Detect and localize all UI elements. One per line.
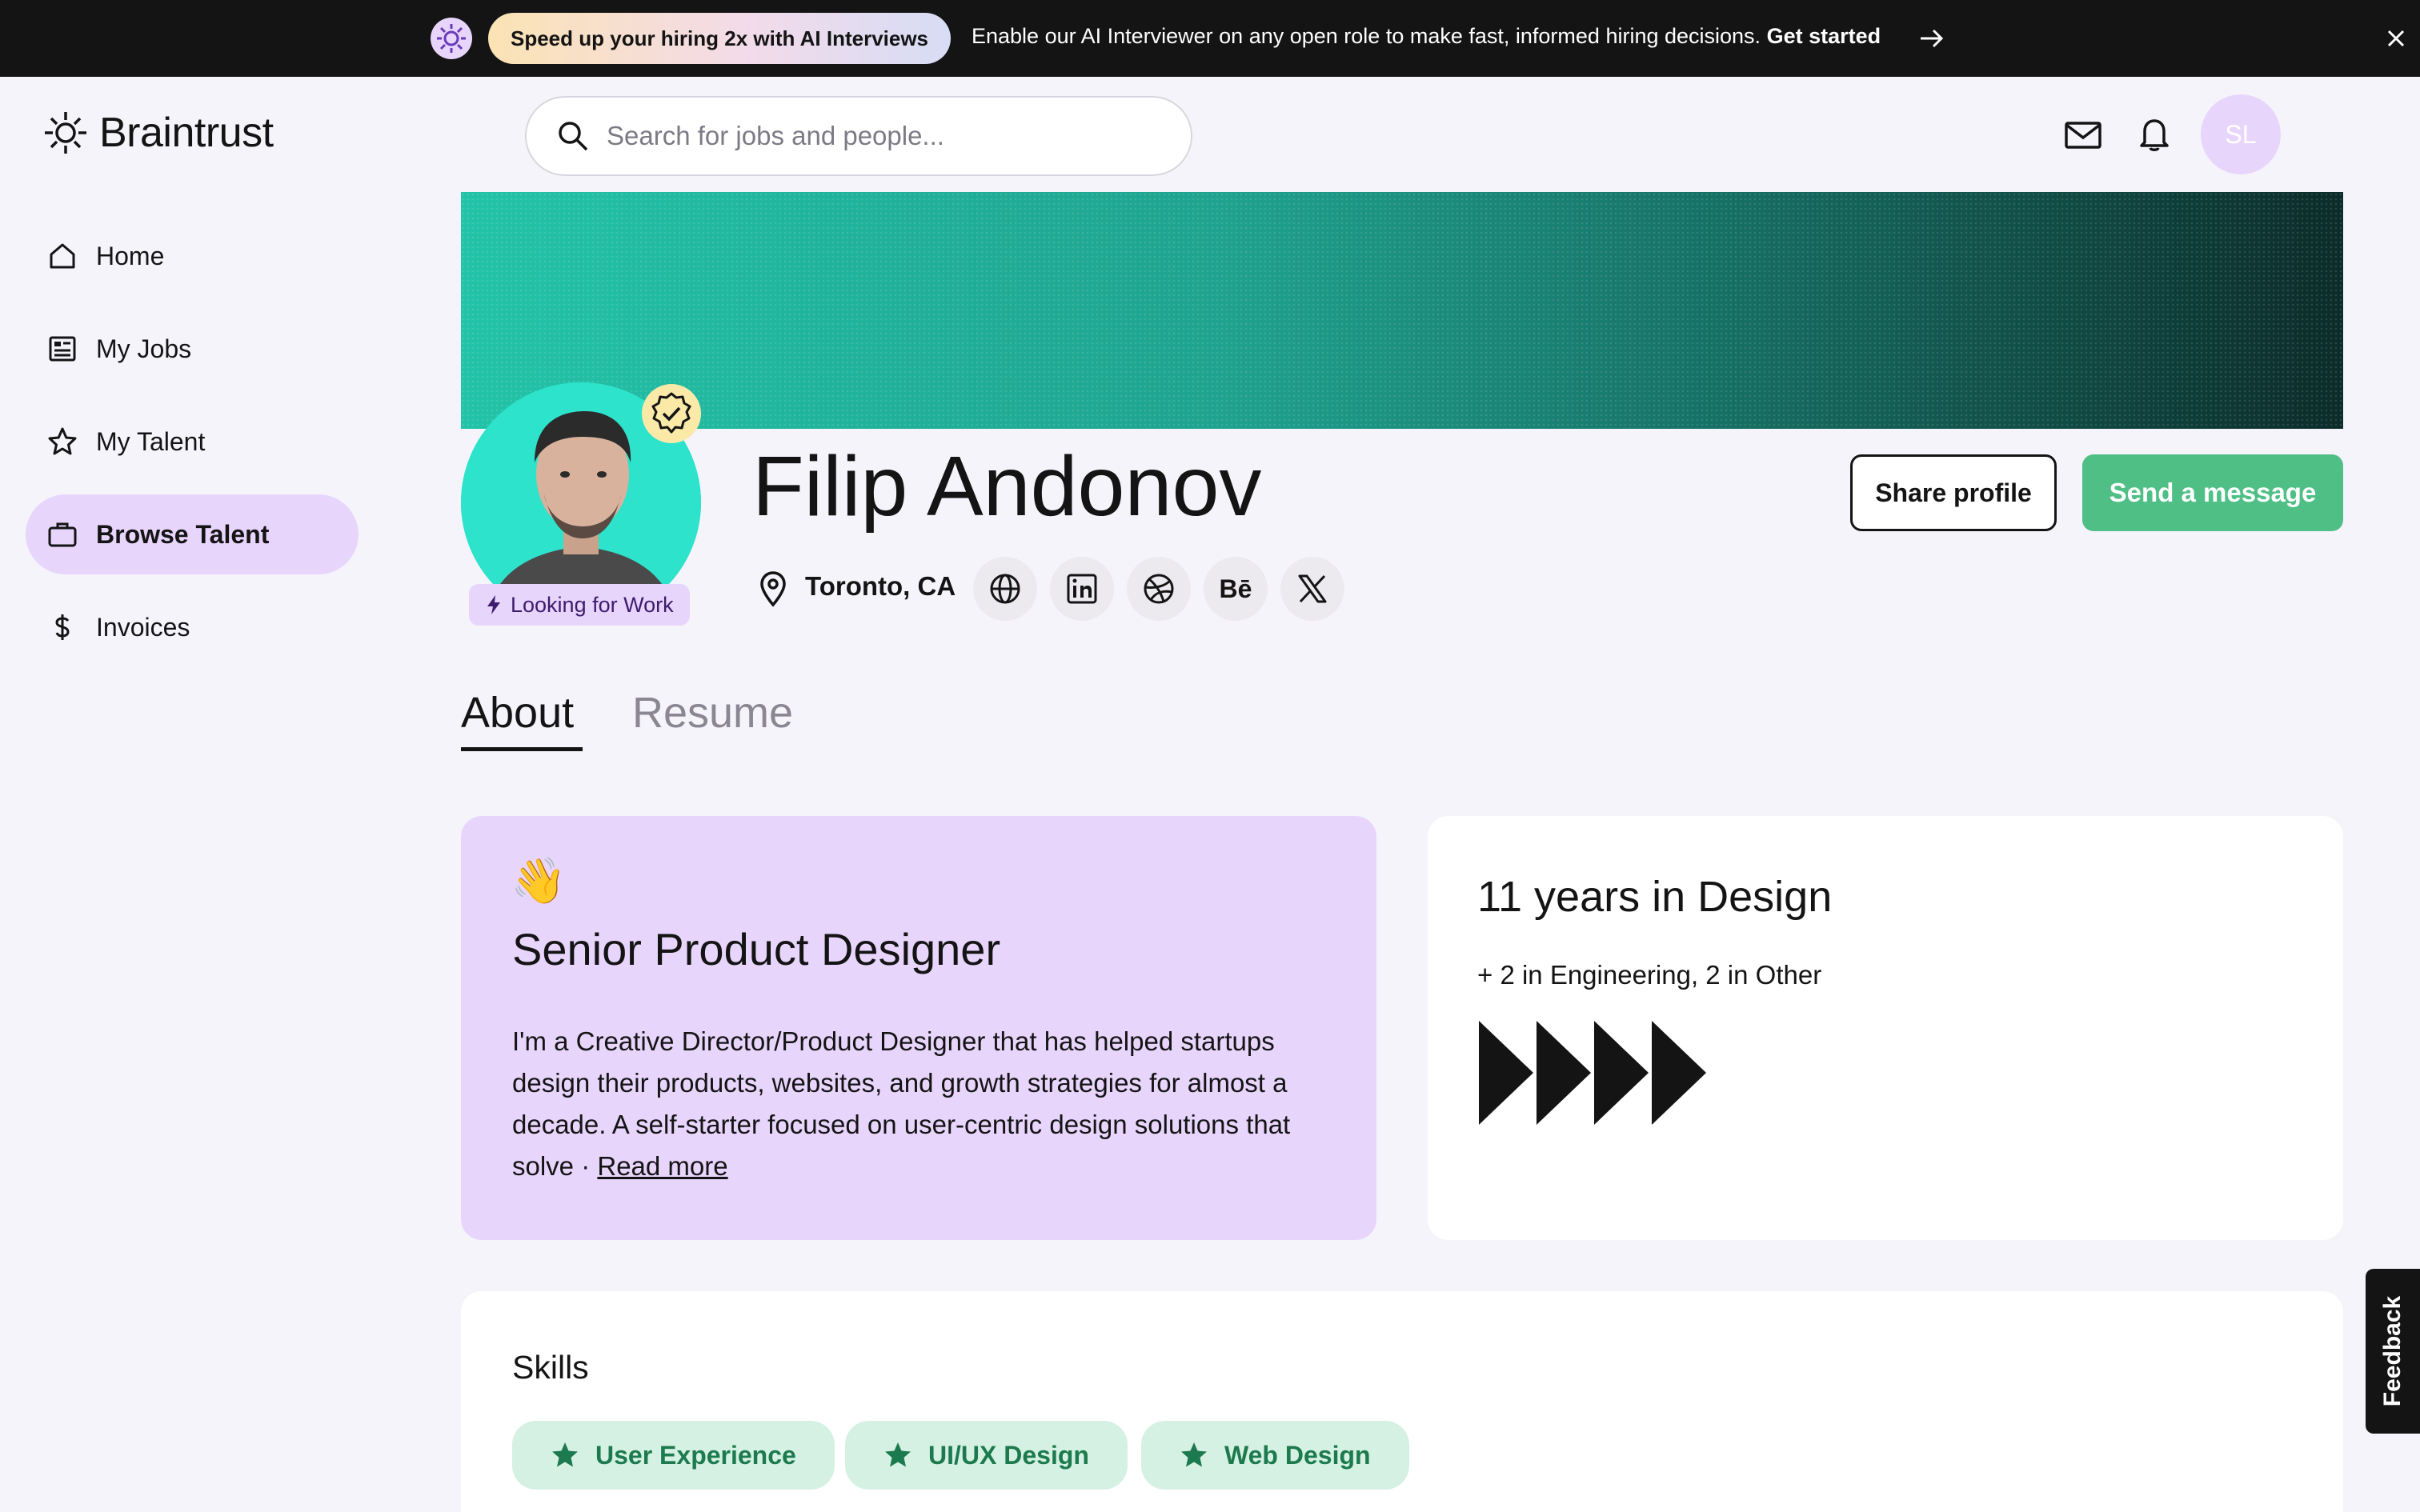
skill-label: Web Design <box>1224 1440 1371 1470</box>
search-input[interactable] <box>607 121 1087 151</box>
profile-name: Filip Andonov <box>752 439 1262 534</box>
profile-cover-image <box>461 192 2343 429</box>
lightning-icon <box>487 595 500 614</box>
user-avatar[interactable]: SL <box>2201 94 2281 174</box>
briefcase-icon <box>48 522 77 547</box>
banner-message-text: Enable our AI Interviewer on any open ro… <box>972 24 1761 48</box>
skills-title: Skills <box>512 1349 589 1386</box>
star-filled-icon <box>885 1442 911 1467</box>
availability-badge: Looking for Work <box>469 584 690 626</box>
promo-banner: Speed up your hiring 2x with AI Intervie… <box>0 0 2420 77</box>
verified-badge-icon <box>642 384 701 443</box>
search-icon <box>559 122 588 151</box>
website-link[interactable] <box>973 557 1037 621</box>
banner-get-started-link[interactable]: Get started <box>1767 24 1881 48</box>
linkedin-icon <box>1067 574 1097 604</box>
sidebar-item-label: My Talent <box>96 426 206 456</box>
sidebar-item-label: My Jobs <box>96 334 192 363</box>
brand-name: Braintrust <box>99 110 274 156</box>
send-message-button[interactable]: Send a message <box>2082 454 2343 531</box>
bell-icon[interactable] <box>2135 114 2174 154</box>
x-link[interactable] <box>1280 557 1344 621</box>
experience-level-arrows-icon <box>1479 1021 1706 1125</box>
dribbble-icon <box>1144 574 1174 604</box>
sidebar-item-invoices[interactable]: Invoices <box>26 587 359 667</box>
jobs-icon <box>49 336 76 362</box>
skill-chip[interactable]: Web Design <box>1141 1421 1409 1490</box>
search-bar[interactable] <box>525 96 1192 176</box>
home-icon <box>50 243 75 269</box>
read-more-link[interactable]: Read more <box>597 1151 727 1181</box>
banner-message: Enable our AI Interviewer on any open ro… <box>972 24 1881 49</box>
behance-link[interactable]: Bē <box>1204 557 1268 621</box>
waving-hand-emoji: 👋 <box>511 855 567 906</box>
close-icon[interactable] <box>2382 24 2410 53</box>
ai-interview-icon <box>431 18 472 59</box>
sidebar-item-label: Browse Talent <box>96 519 270 549</box>
sidebar-item-my-talent[interactable]: My Talent <box>26 402 359 482</box>
experience-subtitle: + 2 in Engineering, 2 in Other <box>1477 960 1822 990</box>
sidebar-nav: Home My Jobs My Talent Browse Talent Inv… <box>26 216 359 680</box>
profile-location: Toronto, CA <box>805 571 956 601</box>
star-icon <box>48 427 77 455</box>
sidebar-item-browse-talent[interactable]: Browse Talent <box>26 494 359 574</box>
location-pin-icon <box>760 571 786 607</box>
availability-text: Looking for Work <box>511 592 674 617</box>
feedback-tab[interactable]: Feedback <box>2366 1269 2420 1434</box>
sidebar-item-home[interactable]: Home <box>26 216 359 296</box>
experience-title: 11 years in Design <box>1477 873 1833 921</box>
mail-icon[interactable] <box>2063 115 2103 155</box>
globe-icon <box>990 574 1020 604</box>
tab-active-indicator <box>461 747 583 751</box>
skill-chip[interactable]: UI/UX Design <box>845 1421 1128 1490</box>
star-filled-icon <box>552 1442 578 1467</box>
share-profile-button[interactable]: Share profile <box>1850 454 2057 531</box>
skills-card: Skills User Experience UI/UX Design Web … <box>461 1291 2343 1512</box>
skill-chip[interactable]: User Experience <box>512 1421 835 1490</box>
behance-icon: Bē <box>1219 574 1252 603</box>
x-icon <box>1298 574 1327 603</box>
sidebar-item-label: Home <box>96 241 165 270</box>
dribbble-link[interactable] <box>1127 557 1191 621</box>
arrow-right-icon[interactable] <box>1917 24 1946 53</box>
experience-card: 11 years in Design + 2 in Engineering, 2… <box>1428 816 2343 1240</box>
star-filled-icon <box>1181 1442 1207 1467</box>
braintrust-logo-icon <box>45 112 86 154</box>
banner-pill[interactable]: Speed up your hiring 2x with AI Intervie… <box>488 13 952 64</box>
skill-label: UI/UX Design <box>928 1440 1089 1470</box>
sidebar-item-my-jobs[interactable]: My Jobs <box>26 309 359 389</box>
feedback-label: Feedback <box>2379 1295 2406 1407</box>
role-title: Senior Product Designer <box>512 924 1001 974</box>
linkedin-link[interactable] <box>1050 557 1114 621</box>
about-card: 👋 Senior Product Designer I'm a Creative… <box>461 816 1376 1240</box>
tab-about[interactable]: About <box>461 688 574 738</box>
tab-resume[interactable]: Resume <box>632 688 793 738</box>
brand-logo[interactable]: Braintrust <box>42 109 274 157</box>
sidebar-item-label: Invoices <box>96 612 190 642</box>
dollar-icon <box>55 614 70 640</box>
skill-label: User Experience <box>595 1440 796 1470</box>
bio-text: I'm a Creative Director/Product Designer… <box>512 1021 1328 1187</box>
